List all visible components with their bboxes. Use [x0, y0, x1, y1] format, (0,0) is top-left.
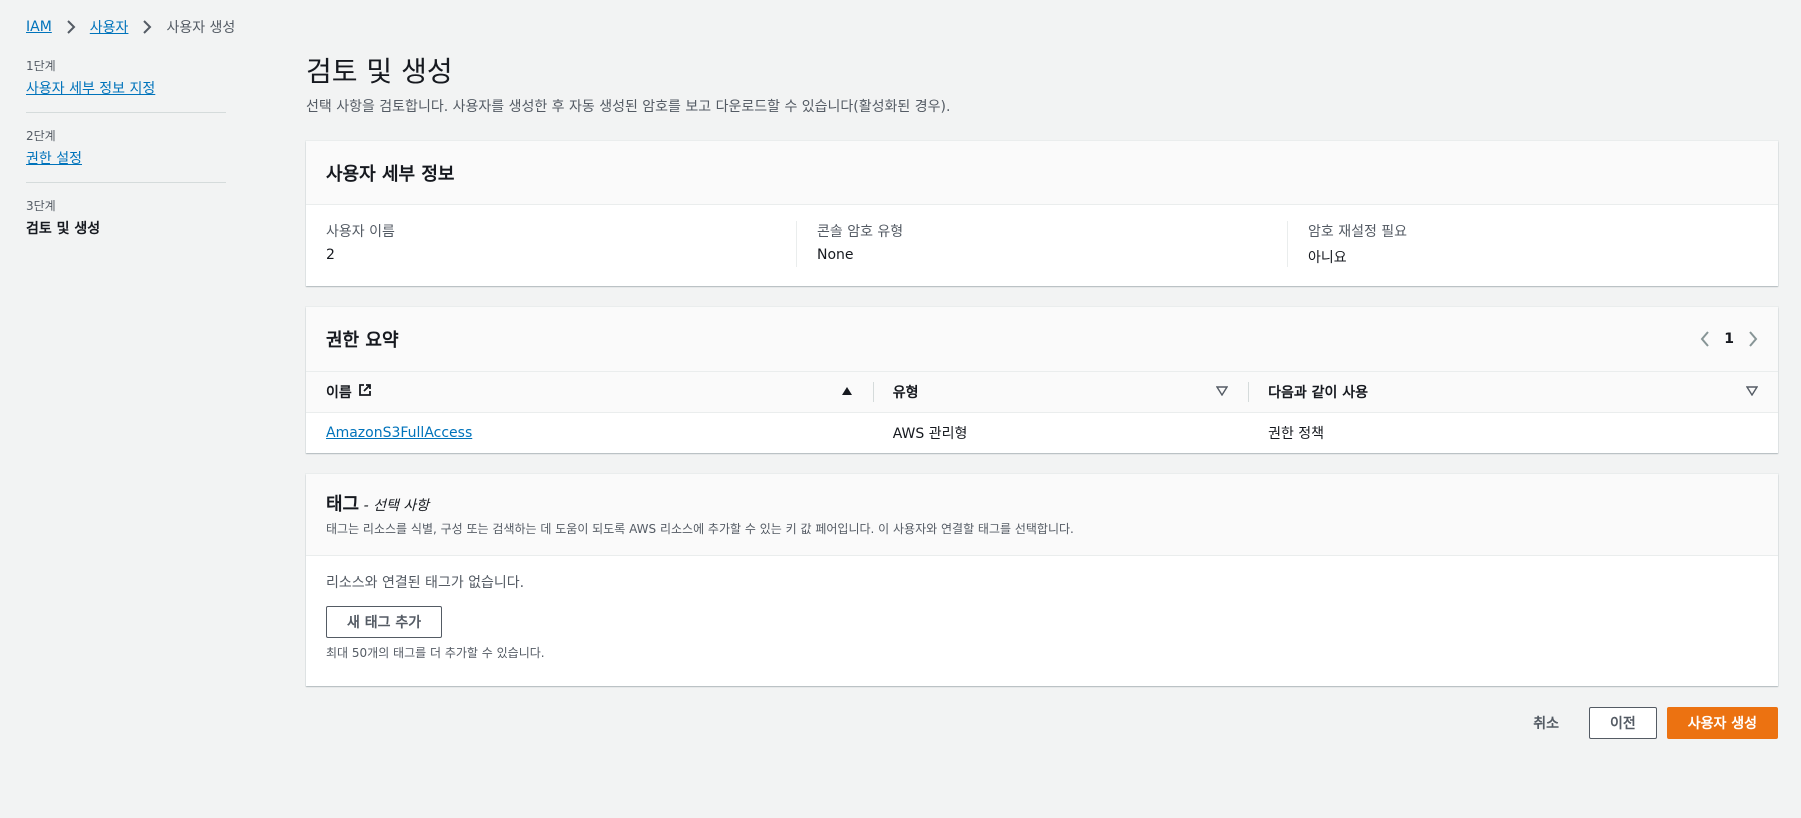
previous-button[interactable]: 이전 [1588, 707, 1657, 739]
column-header-name[interactable]: 이름 [306, 371, 873, 413]
step-number: 2단계 [26, 129, 56, 143]
chevron-right-icon[interactable] [1748, 331, 1758, 347]
panel-header: 권한 요약 1 [306, 307, 1778, 371]
main-content: 검토 및 생성 선택 사항을 검토합니다. 사용자를 생성한 후 자동 생성된 … [306, 50, 1778, 739]
step-link-user-details[interactable]: 사용자 세부 정보 지정 [26, 81, 155, 97]
cell-policy-type: AWS 관리형 [892, 425, 968, 442]
sort-ascending-icon [841, 384, 853, 400]
wizard-step-2: 2단계 권한 설정 [26, 127, 226, 183]
wizard-step-1: 1단계 사용자 세부 정보 지정 [26, 57, 226, 113]
wizard-steps: 1단계 사용자 세부 정보 지정 2단계 권한 설정 3단계 검토 및 생성 [26, 57, 226, 266]
user-details-fields: 사용자 이름 2 콘솔 암호 유형 None 암호 재설정 필요 아니요 [306, 205, 1778, 267]
no-tags-message: 리소스와 연결된 태그가 없습니다. [326, 575, 525, 591]
permissions-table: 이름 유형 다음과 같이 사용 AmazonS3FullAccess AWS 관… [306, 371, 1778, 453]
step-current-review: 검토 및 생성 [26, 221, 101, 237]
column-header-type[interactable]: 유형 [872, 371, 1249, 413]
breadcrumb-current: 사용자 생성 [166, 20, 236, 36]
column-header-used-as[interactable]: 다음과 같이 사용 [1248, 371, 1778, 413]
tags-panel: 태그 - 선택 사항 태그는 리소스를 식별, 구성 또는 검색하는 데 도움이… [306, 474, 1778, 686]
policy-link[interactable]: AmazonS3FullAccess [326, 425, 472, 441]
table-header-row: 이름 유형 다음과 같이 사용 [306, 371, 1778, 413]
cancel-button[interactable]: 취소 [1513, 707, 1579, 739]
cell-used-as: 권한 정책 [1268, 425, 1325, 442]
external-link-icon [358, 383, 372, 401]
wizard-actions: 취소 이전 사용자 생성 [1513, 707, 1778, 739]
tags-title: 태그 [326, 494, 360, 515]
chevron-right-icon [142, 20, 152, 34]
field-console-password-type: 콘솔 암호 유형 None [796, 221, 1287, 267]
field-username: 사용자 이름 2 [306, 221, 796, 267]
permissions-summary-panel: 권한 요약 1 이름 유형 다음과 같이 사용 AmazonS3FullAcce… [306, 307, 1778, 453]
field-value: 아니요 [1308, 250, 1347, 266]
sort-descending-icon [1215, 384, 1229, 400]
add-new-tag-button[interactable]: 새 태그 추가 [326, 606, 443, 638]
wizard-step-3: 3단계 검토 및 생성 [26, 197, 226, 252]
chevron-left-icon[interactable] [1700, 331, 1710, 347]
user-details-panel: 사용자 세부 정보 사용자 이름 2 콘솔 암호 유형 None 암호 재설정 … [306, 141, 1778, 286]
page-description: 선택 사항을 검토합니다. 사용자를 생성한 후 자동 생성된 암호를 보고 다… [306, 99, 951, 115]
sort-descending-icon [1745, 384, 1759, 400]
field-key: 사용자 이름 [326, 224, 395, 240]
tag-limit-hint: 최대 50개의 태그를 더 추가할 수 있습니다. [326, 646, 545, 660]
user-details-title: 사용자 세부 정보 [326, 163, 455, 185]
step-number: 1단계 [26, 59, 56, 73]
chevron-right-icon [66, 20, 76, 34]
breadcrumb: IAM 사용자 사용자 생성 [26, 17, 235, 37]
create-user-button[interactable]: 사용자 생성 [1666, 707, 1778, 739]
page-number[interactable]: 1 [1724, 331, 1734, 347]
column-label: 다음과 같이 사용 [1268, 385, 1368, 401]
panel-header: 사용자 세부 정보 [306, 141, 1778, 205]
field-value: None [817, 247, 854, 263]
permissions-summary-title: 권한 요약 [326, 330, 399, 351]
field-value: 2 [326, 247, 335, 263]
field-key: 암호 재설정 필요 [1308, 224, 1408, 240]
tags-heading: 태그 - 선택 사항 [326, 490, 1758, 516]
step-link-permissions[interactable]: 권한 설정 [26, 151, 82, 167]
tags-body: 리소스와 연결된 태그가 없습니다. 새 태그 추가 최대 50개의 태그를 더… [306, 556, 1778, 677]
page-title: 검토 및 생성 [306, 55, 453, 88]
breadcrumb-users-link[interactable]: 사용자 [90, 17, 129, 37]
table-row: AmazonS3FullAccess AWS 관리형 권한 정책 [306, 413, 1778, 453]
breadcrumb-iam-link[interactable]: IAM [26, 19, 52, 35]
tags-optional-label: - 선택 사항 [363, 498, 430, 514]
field-key: 콘솔 암호 유형 [817, 224, 904, 240]
panel-header: 태그 - 선택 사항 태그는 리소스를 식별, 구성 또는 검색하는 데 도움이… [306, 474, 1778, 556]
step-number: 3단계 [26, 199, 56, 213]
tags-description: 태그는 리소스를 식별, 구성 또는 검색하는 데 도움이 되도록 AWS 리소… [326, 522, 1074, 536]
cell-policy-name: AmazonS3FullAccess [306, 413, 873, 453]
field-password-reset: 암호 재설정 필요 아니요 [1287, 221, 1778, 267]
column-label: 이름 [326, 385, 352, 401]
pagination: 1 [1700, 331, 1758, 347]
column-label: 유형 [892, 385, 919, 401]
